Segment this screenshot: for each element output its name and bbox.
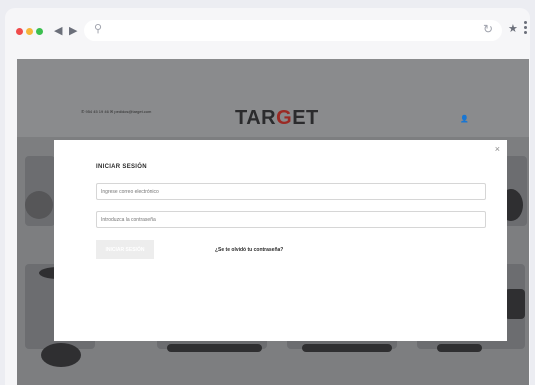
login-modal: × INICIAR SESIÓN INICIAR SESIÓN ¿Se te o… <box>54 140 507 341</box>
product-image <box>25 191 53 219</box>
product-image <box>41 343 81 367</box>
logo-text-highlight: G <box>276 107 293 129</box>
logo-text-suffix: ET <box>292 107 319 129</box>
password-field[interactable] <box>96 211 486 228</box>
close-icon[interactable]: × <box>495 144 500 154</box>
minimize-window-dot[interactable] <box>26 28 33 35</box>
forward-icon[interactable]: ▶ <box>69 22 77 40</box>
user-account-icon[interactable]: 👤 <box>460 115 469 123</box>
modal-title: INICIAR SESIÓN <box>96 164 147 170</box>
contact-info: ✆ 954 45 19 46 ✉ pedidos@target.com <box>81 109 152 114</box>
browser-window: ◀ ▶ ⚲ ↻ ★ ✆ 954 45 19 46 ✉ pedidos@targe… <box>5 8 530 385</box>
reload-icon[interactable]: ↻ <box>483 22 493 36</box>
product-image <box>302 344 392 352</box>
browser-toolbar: ◀ ▶ ⚲ ↻ ★ <box>5 8 530 56</box>
page-viewport: ✆ 954 45 19 46 ✉ pedidos@target.com TARG… <box>17 59 529 385</box>
login-button[interactable]: INICIAR SESIÓN <box>96 240 154 259</box>
product-image <box>505 289 525 319</box>
close-window-dot[interactable] <box>16 28 23 35</box>
product-image <box>437 344 482 352</box>
search-icon: ⚲ <box>94 23 103 35</box>
forgot-password-link[interactable]: ¿Se te olvidó tu contraseña? <box>215 247 283 253</box>
site-logo[interactable]: TARGET <box>235 107 319 130</box>
logo-text-prefix: TAR <box>235 107 277 129</box>
browser-menu-icon[interactable] <box>524 21 527 36</box>
maximize-window-dot[interactable] <box>36 28 43 35</box>
site-header: ✆ 954 45 19 46 ✉ pedidos@target.com TARG… <box>17 59 529 137</box>
email-field[interactable] <box>96 183 486 200</box>
product-image <box>167 344 262 352</box>
address-bar[interactable]: ⚲ ↻ <box>84 20 502 41</box>
bookmark-star-icon[interactable]: ★ <box>508 22 518 35</box>
back-icon[interactable]: ◀ <box>54 22 62 40</box>
